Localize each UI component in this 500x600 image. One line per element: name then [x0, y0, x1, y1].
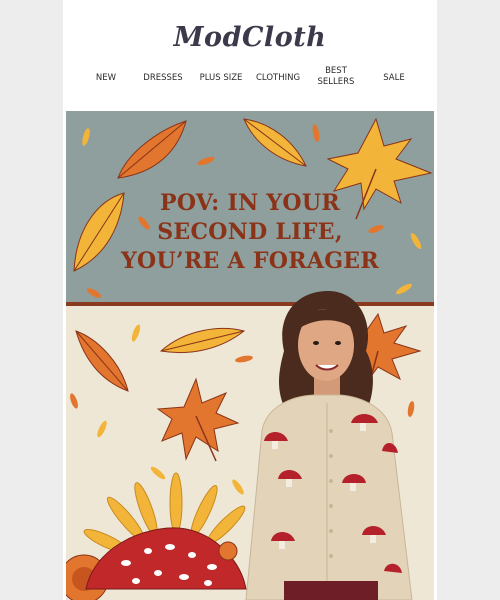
seed-icon	[82, 128, 90, 146]
seed-icon	[232, 479, 244, 495]
headline-line: SECOND LIFE,	[157, 219, 343, 245]
email-body: ModCloth NEW DRESSES PLUS SIZE CLOTHING …	[63, 0, 437, 600]
seed-icon	[70, 393, 78, 409]
seed-icon	[150, 466, 166, 480]
hero-headline: POV: IN YOUR SECOND LIFE, YOU’RE A FORAG…	[66, 189, 434, 276]
modcloth-logo[interactable]: ModCloth	[63, 22, 437, 53]
headline-line: POV: IN YOUR	[160, 190, 340, 216]
nav-item-sale[interactable]: SALE	[360, 73, 428, 84]
autumn-leaves-illustration	[66, 117, 433, 600]
seed-icon	[131, 324, 141, 342]
hero-banner[interactable]: POV: IN YOUR SECOND LIFE, YOU’RE A FORAG…	[66, 111, 434, 600]
main-nav: NEW DRESSES PLUS SIZE CLOTHING BEST SELL…	[63, 66, 437, 92]
leaf-icon	[75, 330, 129, 392]
headline-line: YOU’RE A FORAGER	[121, 248, 379, 274]
nav-item-clothing[interactable]: CLOTHING	[244, 73, 312, 84]
leaf-icon	[159, 328, 246, 354]
seed-icon	[312, 124, 320, 142]
seed-icon	[86, 288, 102, 298]
leaf-icon	[243, 118, 307, 167]
berry-icon	[218, 541, 238, 561]
maple-leaf-icon	[156, 377, 240, 462]
seed-icon	[197, 156, 215, 166]
seed-icon	[407, 401, 415, 417]
leaf-icon	[117, 120, 187, 179]
seed-icon	[235, 355, 253, 363]
nav-item-best-sellers[interactable]: BEST SELLERS	[308, 66, 364, 88]
seed-icon	[396, 283, 412, 295]
seed-icon	[97, 420, 107, 438]
